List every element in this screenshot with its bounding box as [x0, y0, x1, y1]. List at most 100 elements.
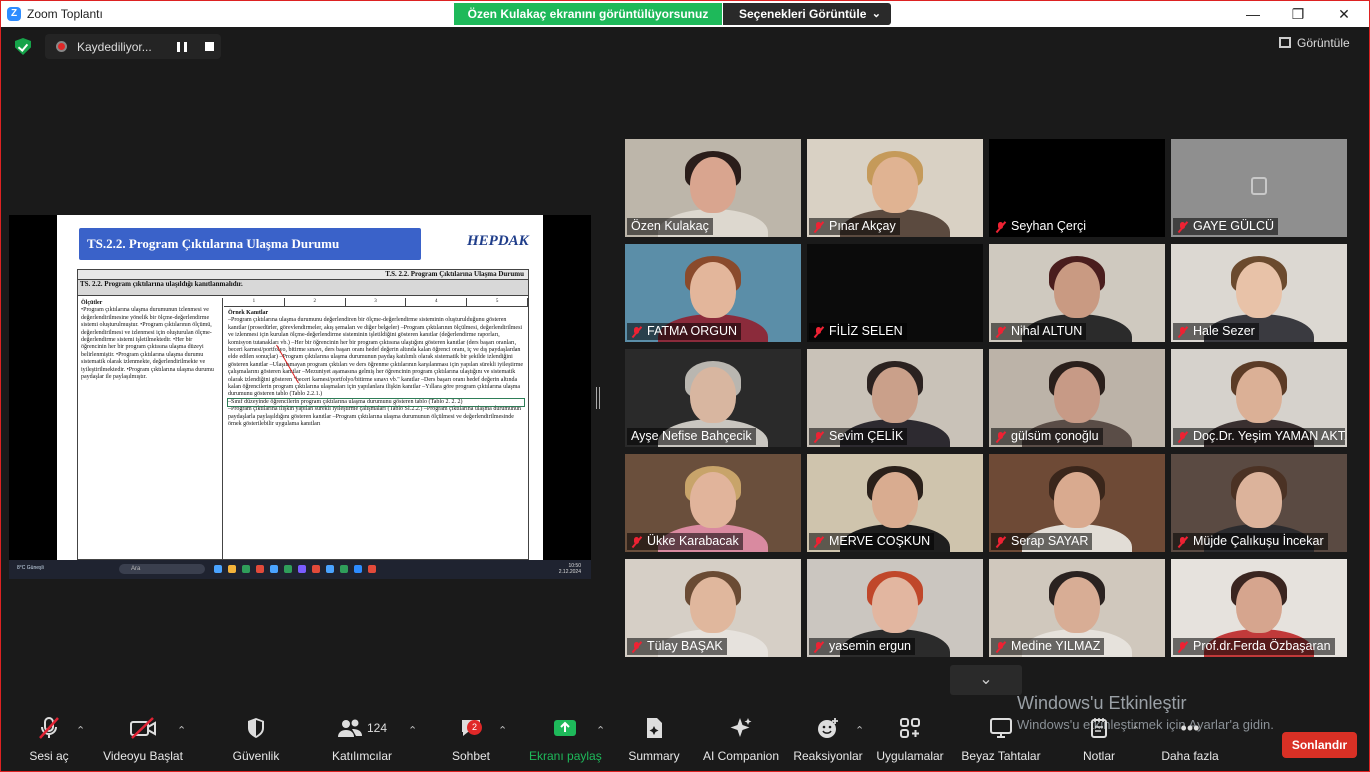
app-icon [284, 565, 292, 573]
more-button[interactable]: ••• Daha fazla [1157, 713, 1223, 771]
mic-muted-icon [19, 713, 79, 743]
participant-tile[interactable]: Doç.Dr. Yeşim YAMAN AKTAŞ [1171, 349, 1347, 447]
participant-tile[interactable]: Ayşe Nefise Bahçecik [625, 349, 801, 447]
share-screen-icon [529, 713, 601, 743]
participant-tile[interactable]: Pınar Akçay [807, 139, 983, 237]
resize-handle[interactable] [596, 387, 600, 409]
minimize-icon[interactable]: — [1238, 5, 1268, 23]
participant-name-label: Seyhan Çerçi [991, 218, 1091, 235]
participant-name-label: Özen Kulakaç [627, 218, 713, 235]
person-face [1054, 261, 1100, 318]
person-face [1236, 366, 1282, 423]
participant-name-label: Müjde Çalıkuşu İncekar [1173, 533, 1328, 550]
participant-name: Tülay BAŞAK [647, 639, 723, 653]
participant-name-label: Ayşe Nefise Bahçecik [627, 428, 756, 445]
reactions-button[interactable]: Reaksiyonlar [793, 713, 863, 771]
participant-tile[interactable]: Ükke Karabacak [625, 454, 801, 552]
participants-count: 124 [366, 721, 388, 735]
participant-tile[interactable]: Tülay BAŞAK [625, 559, 801, 657]
taskbar-clock: 10:50 2.12.2024 [559, 563, 581, 575]
participants-label: Katılımcılar [331, 749, 392, 763]
participant-tile[interactable]: yasemin ergun [807, 559, 983, 657]
whiteboards-button[interactable]: Beyaz Tahtalar [959, 713, 1043, 771]
notes-label: Notlar [1082, 749, 1115, 763]
share-caret-icon[interactable]: ⌃ [596, 724, 605, 737]
participant-name: Ükke Karabacak [647, 534, 739, 548]
participant-name-label: MERVE COŞKUN [809, 533, 935, 550]
participant-tile[interactable]: Özen Kulakaç [625, 139, 801, 237]
participant-tile[interactable]: FİLİZ SELEN [807, 244, 983, 342]
audio-options-caret-icon[interactable]: ⌃ [76, 724, 85, 737]
participant-name-label: Serap SAYAR [991, 533, 1093, 550]
shared-screen[interactable]: TS.2.2. Program Çıktılarına Ulaşma Durum… [9, 215, 591, 579]
start-video-button[interactable]: Videoyu Başlat [101, 713, 185, 771]
pause-recording-icon[interactable] [177, 42, 187, 52]
participant-tile[interactable]: Nihal ALTUN [989, 244, 1165, 342]
app-icon [256, 565, 264, 573]
view-button[interactable]: Görüntüle [1279, 36, 1350, 50]
maximize-icon[interactable]: ❐ [1283, 5, 1313, 23]
video-options-caret-icon[interactable]: ⌃ [177, 724, 186, 737]
app-icon [242, 565, 250, 573]
end-meeting-button[interactable]: Sonlandır [1282, 732, 1357, 758]
unmute-button[interactable]: Sesi aç [19, 713, 79, 771]
document-header: TS.2.2. Program Çıktılarına Ulaşma Durum… [79, 228, 421, 260]
participant-tile[interactable]: MERVE COŞKUN [807, 454, 983, 552]
gallery-collapse-button[interactable]: ⌄ [950, 665, 1022, 695]
security-button[interactable]: Güvenlik [227, 713, 285, 771]
participant-name-label: FİLİZ SELEN [809, 323, 907, 340]
score-col: 2 [285, 298, 346, 306]
chat-caret-icon[interactable]: ⌃ [498, 724, 507, 737]
security-shield-icon [227, 713, 285, 743]
mic-muted-icon [1178, 432, 1187, 442]
share-screen-button[interactable]: Ekranı paylaş [529, 713, 602, 771]
participants-caret-icon[interactable]: ⌃ [408, 724, 417, 737]
shared-taskbar: 8°C Güneşli Ara 10:50 2.12.2024 [9, 560, 591, 579]
apps-icon [875, 713, 945, 743]
participant-name: Seyhan Çerçi [1011, 219, 1087, 233]
shared-document: TS.2.2. Program Çıktılarına Ulaşma Durum… [57, 215, 543, 560]
participant-tile[interactable]: Sevim ÇELİK [807, 349, 983, 447]
criteria-heading: Ölçütler [81, 300, 103, 306]
taskbar-apps [214, 565, 376, 573]
participant-tile[interactable]: Medine YILMAZ [989, 559, 1165, 657]
score-col: 5 [467, 298, 528, 306]
recording-indicator: Kaydediliyor... [45, 34, 221, 59]
app-icon [326, 565, 334, 573]
notes-caret-icon[interactable]: ⌃ [1131, 724, 1140, 737]
participant-tile[interactable]: Serap SAYAR [989, 454, 1165, 552]
chat-button[interactable]: 2 Sohbet [447, 713, 495, 771]
participant-name-label: Nihal ALTUN [991, 323, 1087, 340]
participant-tile[interactable]: Prof.dr.Ferda Özbaşaran [1171, 559, 1347, 657]
apps-label: Uygulamalar [876, 749, 944, 763]
mic-muted-icon [814, 327, 823, 337]
participant-name: Pınar Akçay [829, 219, 896, 233]
participant-tile[interactable]: FATMA ORGUN [625, 244, 801, 342]
close-icon[interactable]: ✕ [1329, 5, 1359, 23]
ai-companion-button[interactable]: AI Companion [699, 713, 783, 771]
score-columns: 1 2 3 4 5 [224, 298, 528, 307]
stop-recording-icon[interactable] [205, 42, 214, 51]
mic-muted-icon [1178, 327, 1187, 337]
summary-button[interactable]: Summary [625, 713, 683, 771]
participant-tile[interactable]: gülsüm çonoğlu [989, 349, 1165, 447]
participant-name: GAYE GÜLCÜ [1193, 219, 1275, 233]
view-options-button[interactable]: Seçenekleri Görüntüle ⌄ [723, 3, 891, 25]
reactions-caret-icon[interactable]: ⌃ [855, 724, 864, 737]
participant-tile[interactable]: Seyhan Çerçi [989, 139, 1165, 237]
participant-tile[interactable]: Müjde Çalıkuşu İncekar [1171, 454, 1347, 552]
notes-button[interactable]: Notlar [1077, 713, 1121, 771]
participant-tile[interactable]: GAYE GÜLCÜ [1171, 139, 1347, 237]
person-face [872, 366, 918, 423]
participant-tile[interactable]: Hale Sezer [1171, 244, 1347, 342]
participants-button[interactable]: 124 Katılımcılar [327, 713, 397, 771]
mic-muted-icon [632, 537, 641, 547]
more-label: Daha fazla [1161, 749, 1219, 763]
sparkle-icon [699, 713, 783, 743]
share-banner: Özen Kulakaç ekranını görüntülüyorsunuz [454, 3, 722, 25]
apps-button[interactable]: Uygulamalar [875, 713, 945, 771]
hepdak-logo: HEPDAK [467, 233, 529, 249]
app-icon [368, 565, 376, 573]
evidence-column: 1 2 3 4 5 Örnek Kanıtlar –Program çıktıl… [224, 298, 528, 559]
encryption-shield-icon[interactable] [15, 38, 31, 55]
